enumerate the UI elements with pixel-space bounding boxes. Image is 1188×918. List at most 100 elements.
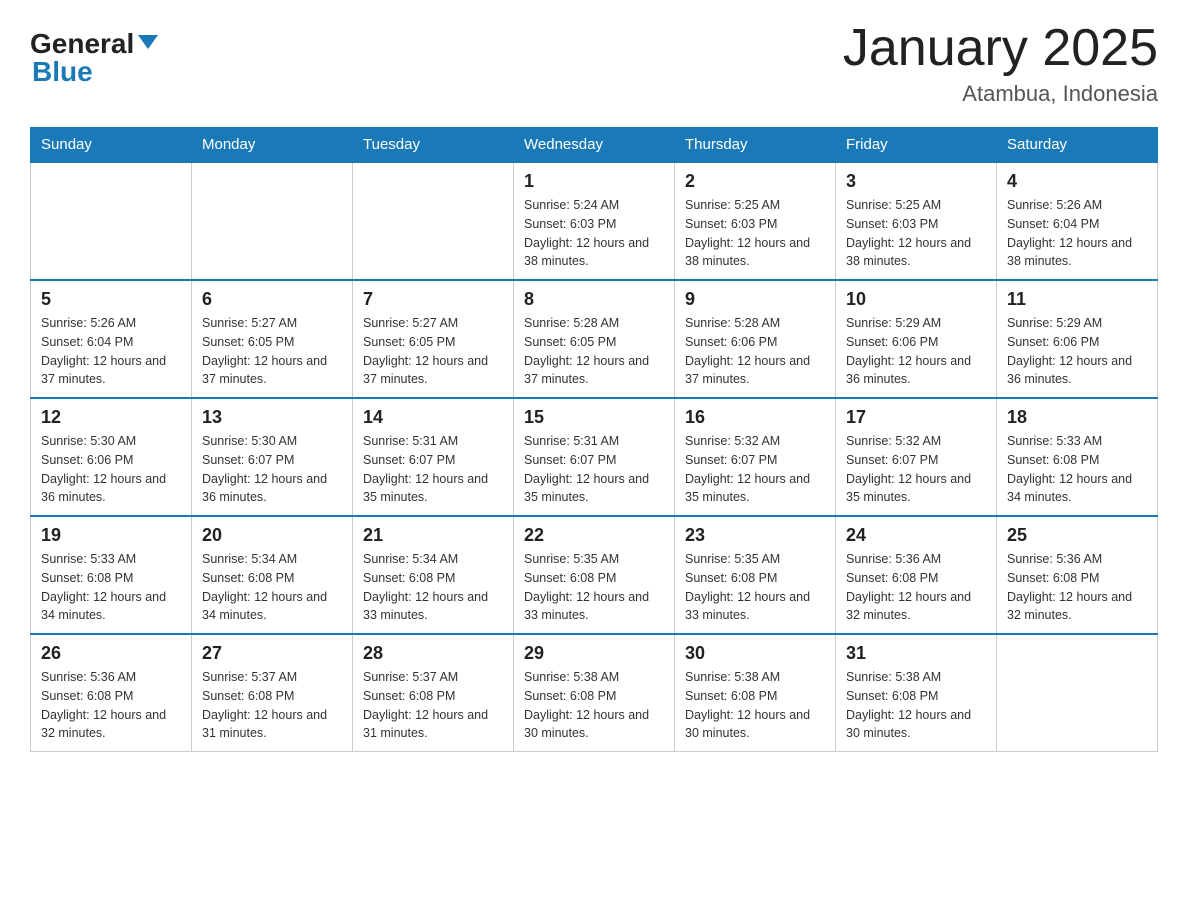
header: General Blue January 2025 Atambua, Indon… bbox=[30, 20, 1158, 107]
month-title: January 2025 bbox=[843, 20, 1158, 77]
day-info: Sunrise: 5:26 AM Sunset: 6:04 PM Dayligh… bbox=[1007, 196, 1147, 271]
day-number: 5 bbox=[41, 289, 181, 310]
day-number: 21 bbox=[363, 525, 503, 546]
day-number: 14 bbox=[363, 407, 503, 428]
day-info: Sunrise: 5:31 AM Sunset: 6:07 PM Dayligh… bbox=[363, 432, 503, 507]
day-number: 2 bbox=[685, 171, 825, 192]
day-cell bbox=[353, 162, 514, 280]
day-cell: 28 Sunrise: 5:37 AM Sunset: 6:08 PM Dayli… bbox=[353, 634, 514, 752]
day-cell: 10Sunrise: 5:29 AM Sunset: 6:06 PM Dayli… bbox=[836, 280, 997, 398]
day-number: 18 bbox=[1007, 407, 1147, 428]
day-info: Sunrise: 5:24 AM Sunset: 6:03 PM Dayligh… bbox=[524, 196, 664, 271]
day-number: 17 bbox=[846, 407, 986, 428]
day-info: Sunrise: 5:37 AM Sunset: 6:08 PM Dayligh… bbox=[202, 668, 342, 743]
day-cell: 13Sunrise: 5:30 AM Sunset: 6:07 PM Dayli… bbox=[192, 398, 353, 516]
day-info: Sunrise: 5:29 AM Sunset: 6:06 PM Dayligh… bbox=[1007, 314, 1147, 389]
day-info: Sunrise: 5:35 AM Sunset: 6:08 PM Dayligh… bbox=[685, 550, 825, 625]
day-cell: 12 Sunrise: 5:30 AM Sunset: 6:06 PM Dayli… bbox=[31, 398, 192, 516]
day-cell: 8Sunrise: 5:28 AM Sunset: 6:05 PM Daylig… bbox=[514, 280, 675, 398]
day-number: 27 bbox=[202, 643, 342, 664]
day-info: Sunrise: 5:33 AM Sunset: 6:08 PM Dayligh… bbox=[1007, 432, 1147, 507]
day-cell: 16Sunrise: 5:32 AM Sunset: 6:07 PM Dayli… bbox=[675, 398, 836, 516]
day-cell bbox=[192, 162, 353, 280]
day-cell bbox=[997, 634, 1158, 752]
day-cell: 4 Sunrise: 5:26 AM Sunset: 6:04 PM Daylig… bbox=[997, 162, 1158, 280]
day-cell: 5 Sunrise: 5:26 AM Sunset: 6:04 PM Daylig… bbox=[31, 280, 192, 398]
day-cell: 6Sunrise: 5:27 AM Sunset: 6:05 PM Daylig… bbox=[192, 280, 353, 398]
logo-general-text: General bbox=[30, 30, 134, 58]
day-info: Sunrise: 5:34 AM Sunset: 6:08 PM Dayligh… bbox=[202, 550, 342, 625]
day-cell: 21 Sunrise: 5:34 AM Sunset: 6:08 PM Dayli… bbox=[353, 516, 514, 634]
day-info: Sunrise: 5:26 AM Sunset: 6:04 PM Dayligh… bbox=[41, 314, 181, 389]
logo: General Blue bbox=[30, 20, 158, 86]
day-cell: 24Sunrise: 5:36 AM Sunset: 6:08 PM Dayli… bbox=[836, 516, 997, 634]
day-cell: 17 Sunrise: 5:32 AM Sunset: 6:07 PM Dayli… bbox=[836, 398, 997, 516]
day-number: 1 bbox=[524, 171, 664, 192]
day-info: Sunrise: 5:37 AM Sunset: 6:08 PM Dayligh… bbox=[363, 668, 503, 743]
col-header-thursday: Thursday bbox=[675, 128, 836, 163]
day-info: Sunrise: 5:30 AM Sunset: 6:06 PM Dayligh… bbox=[41, 432, 181, 507]
day-cell: 1 Sunrise: 5:24 AM Sunset: 6:03 PM Daylig… bbox=[514, 162, 675, 280]
day-cell: 19Sunrise: 5:33 AM Sunset: 6:08 PM Dayli… bbox=[31, 516, 192, 634]
day-cell: 2 Sunrise: 5:25 AM Sunset: 6:03 PM Daylig… bbox=[675, 162, 836, 280]
day-cell: 22 Sunrise: 5:35 AM Sunset: 6:08 PM Dayli… bbox=[514, 516, 675, 634]
day-number: 30 bbox=[685, 643, 825, 664]
day-info: Sunrise: 5:27 AM Sunset: 6:05 PM Dayligh… bbox=[202, 314, 342, 389]
day-info: Sunrise: 5:28 AM Sunset: 6:05 PM Dayligh… bbox=[524, 314, 664, 389]
day-number: 22 bbox=[524, 525, 664, 546]
day-info: Sunrise: 5:35 AM Sunset: 6:08 PM Dayligh… bbox=[524, 550, 664, 625]
day-cell: 11 Sunrise: 5:29 AM Sunset: 6:06 PM Dayli… bbox=[997, 280, 1158, 398]
title-area: January 2025 Atambua, Indonesia bbox=[843, 20, 1158, 107]
col-header-tuesday: Tuesday bbox=[353, 128, 514, 163]
day-number: 15 bbox=[524, 407, 664, 428]
day-number: 11 bbox=[1007, 289, 1147, 310]
week-row-2: 5 Sunrise: 5:26 AM Sunset: 6:04 PM Daylig… bbox=[31, 280, 1158, 398]
day-number: 24 bbox=[846, 525, 986, 546]
location-title: Atambua, Indonesia bbox=[843, 81, 1158, 107]
col-header-sunday: Sunday bbox=[31, 128, 192, 163]
day-number: 9 bbox=[685, 289, 825, 310]
col-header-friday: Friday bbox=[836, 128, 997, 163]
day-number: 23 bbox=[685, 525, 825, 546]
day-number: 28 bbox=[363, 643, 503, 664]
day-number: 20 bbox=[202, 525, 342, 546]
day-number: 3 bbox=[846, 171, 986, 192]
day-info: Sunrise: 5:38 AM Sunset: 6:08 PM Dayligh… bbox=[846, 668, 986, 743]
day-cell: 26 Sunrise: 5:36 AM Sunset: 6:08 PM Dayli… bbox=[31, 634, 192, 752]
col-header-saturday: Saturday bbox=[997, 128, 1158, 163]
day-cell: 29Sunrise: 5:38 AM Sunset: 6:08 PM Dayli… bbox=[514, 634, 675, 752]
week-row-4: 19Sunrise: 5:33 AM Sunset: 6:08 PM Dayli… bbox=[31, 516, 1158, 634]
day-info: Sunrise: 5:38 AM Sunset: 6:08 PM Dayligh… bbox=[524, 668, 664, 743]
day-cell: 23 Sunrise: 5:35 AM Sunset: 6:08 PM Dayli… bbox=[675, 516, 836, 634]
logo-blue-text: Blue bbox=[32, 58, 93, 86]
day-cell: 14 Sunrise: 5:31 AM Sunset: 6:07 PM Dayli… bbox=[353, 398, 514, 516]
week-row-5: 26 Sunrise: 5:36 AM Sunset: 6:08 PM Dayli… bbox=[31, 634, 1158, 752]
col-header-monday: Monday bbox=[192, 128, 353, 163]
day-number: 7 bbox=[363, 289, 503, 310]
day-number: 10 bbox=[846, 289, 986, 310]
day-cell: 15 Sunrise: 5:31 AM Sunset: 6:07 PM Dayli… bbox=[514, 398, 675, 516]
day-cell: 9Sunrise: 5:28 AM Sunset: 6:06 PM Daylig… bbox=[675, 280, 836, 398]
day-info: Sunrise: 5:30 AM Sunset: 6:07 PM Dayligh… bbox=[202, 432, 342, 507]
day-cell: 31Sunrise: 5:38 AM Sunset: 6:08 PM Dayli… bbox=[836, 634, 997, 752]
day-cell: 20 Sunrise: 5:34 AM Sunset: 6:08 PM Dayli… bbox=[192, 516, 353, 634]
day-cell: 7Sunrise: 5:27 AM Sunset: 6:05 PM Daylig… bbox=[353, 280, 514, 398]
day-cell: 3 Sunrise: 5:25 AM Sunset: 6:03 PM Daylig… bbox=[836, 162, 997, 280]
day-info: Sunrise: 5:38 AM Sunset: 6:08 PM Dayligh… bbox=[685, 668, 825, 743]
day-number: 12 bbox=[41, 407, 181, 428]
day-info: Sunrise: 5:25 AM Sunset: 6:03 PM Dayligh… bbox=[846, 196, 986, 271]
week-row-3: 12 Sunrise: 5:30 AM Sunset: 6:06 PM Dayli… bbox=[31, 398, 1158, 516]
day-cell: 30 Sunrise: 5:38 AM Sunset: 6:08 PM Dayli… bbox=[675, 634, 836, 752]
col-header-wednesday: Wednesday bbox=[514, 128, 675, 163]
day-cell: 27 Sunrise: 5:37 AM Sunset: 6:08 PM Dayli… bbox=[192, 634, 353, 752]
calendar-table: SundayMondayTuesdayWednesdayThursdayFrid… bbox=[30, 127, 1158, 752]
day-info: Sunrise: 5:32 AM Sunset: 6:07 PM Dayligh… bbox=[846, 432, 986, 507]
day-info: Sunrise: 5:25 AM Sunset: 6:03 PM Dayligh… bbox=[685, 196, 825, 271]
day-number: 26 bbox=[41, 643, 181, 664]
day-info: Sunrise: 5:36 AM Sunset: 6:08 PM Dayligh… bbox=[41, 668, 181, 743]
day-cell: 25Sunrise: 5:36 AM Sunset: 6:08 PM Dayli… bbox=[997, 516, 1158, 634]
day-info: Sunrise: 5:34 AM Sunset: 6:08 PM Dayligh… bbox=[363, 550, 503, 625]
day-number: 4 bbox=[1007, 171, 1147, 192]
week-row-1: 1 Sunrise: 5:24 AM Sunset: 6:03 PM Daylig… bbox=[31, 162, 1158, 280]
day-info: Sunrise: 5:31 AM Sunset: 6:07 PM Dayligh… bbox=[524, 432, 664, 507]
